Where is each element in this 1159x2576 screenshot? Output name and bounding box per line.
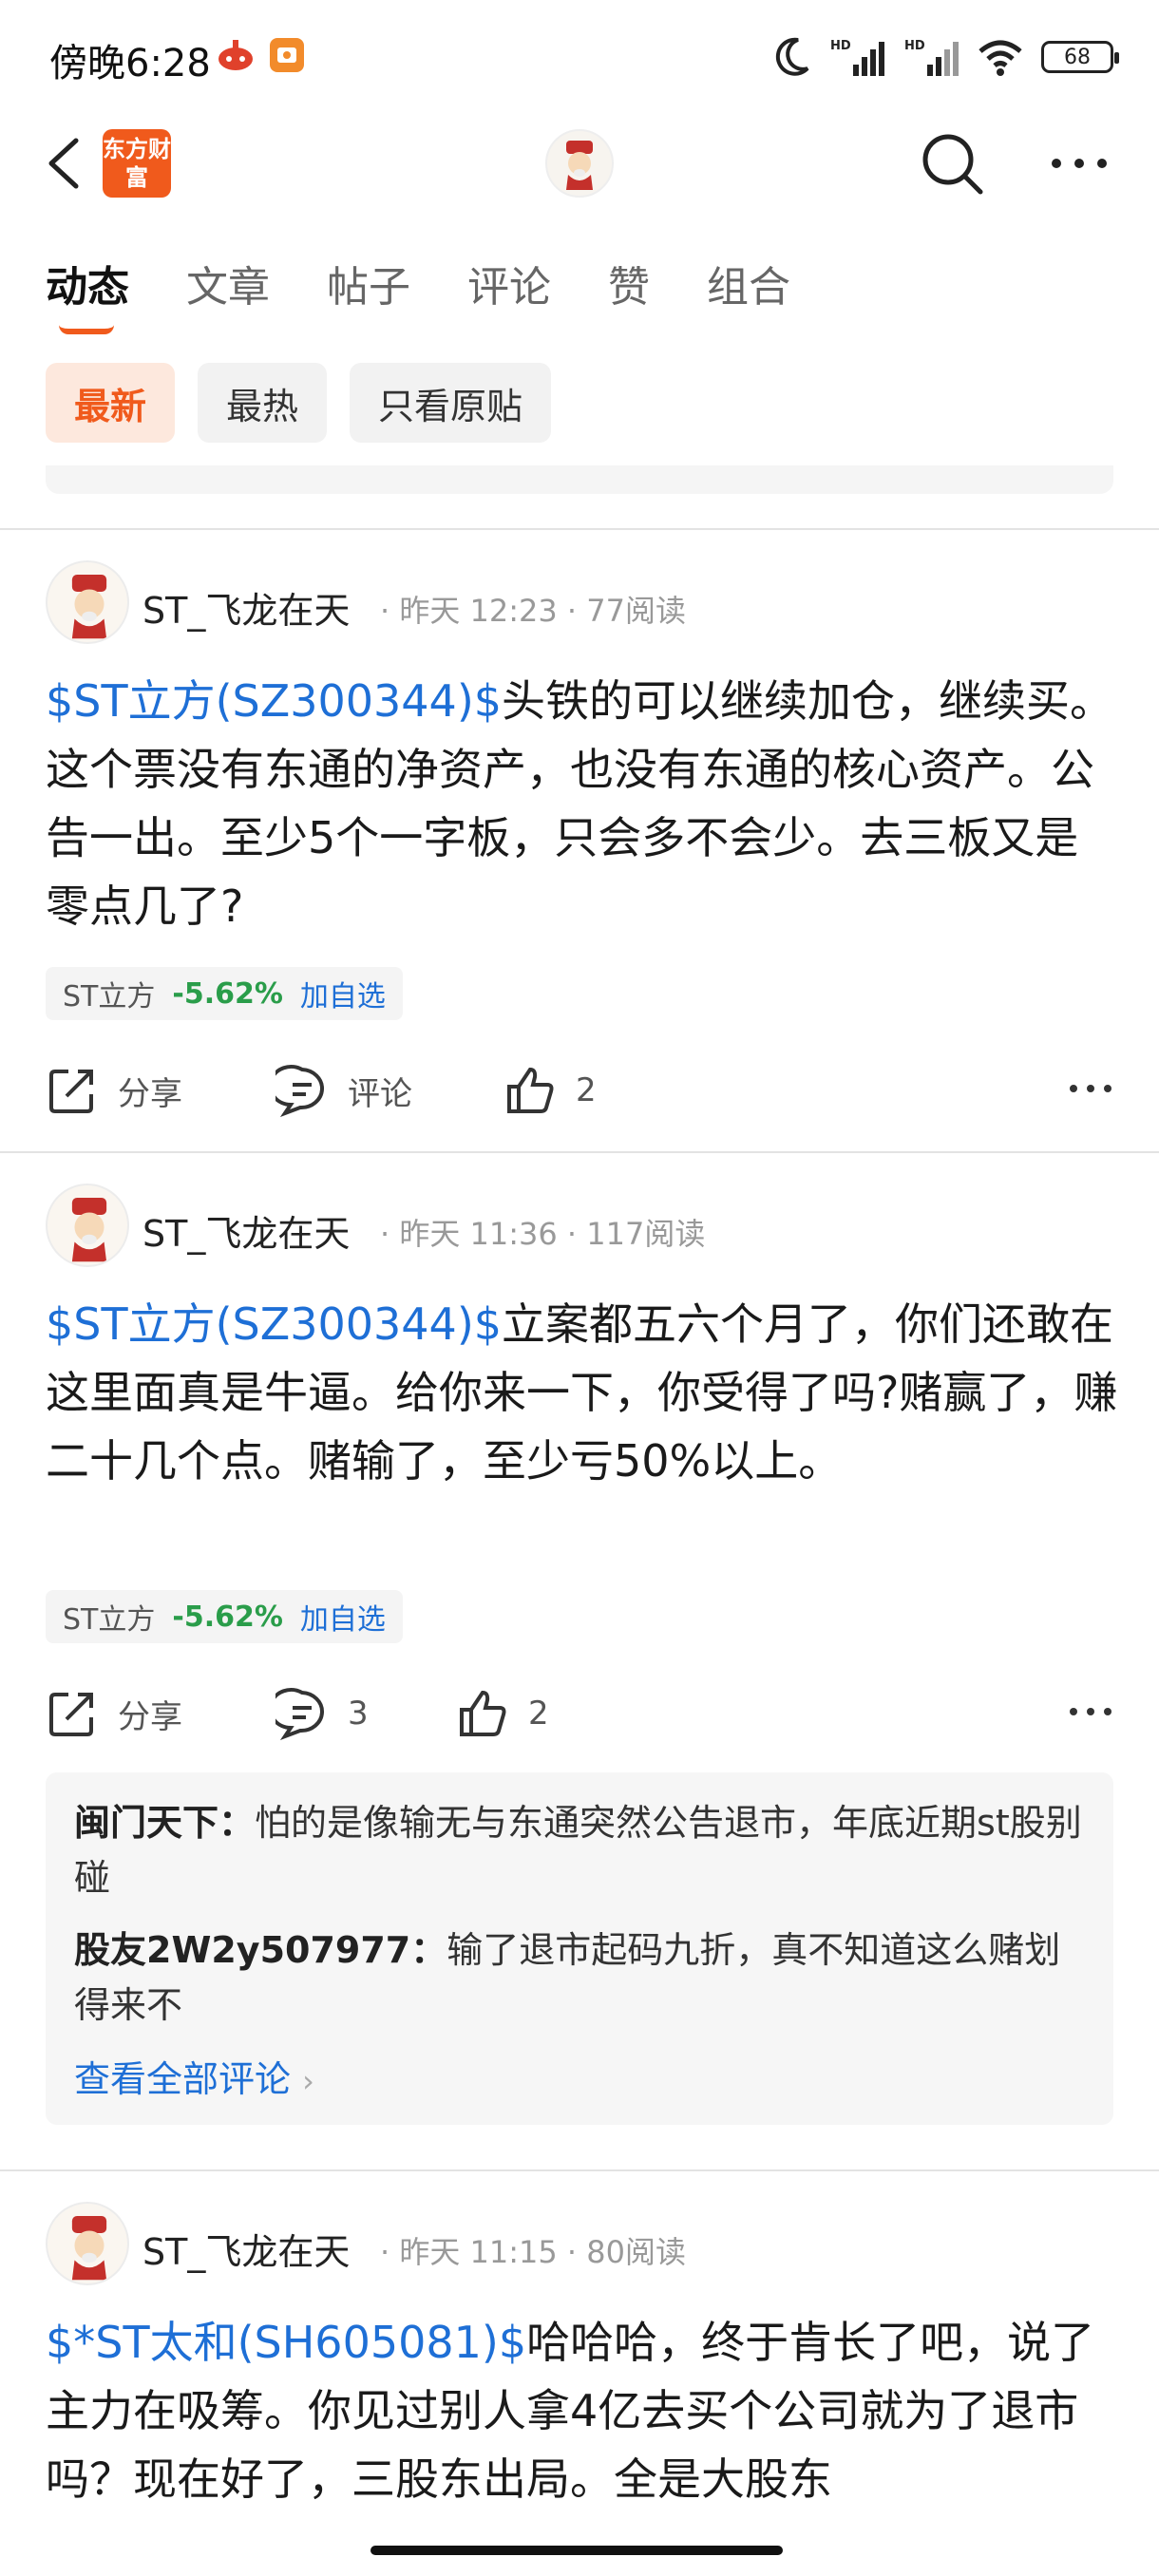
avatar[interactable] [46,2202,129,2285]
avatar[interactable] [46,560,129,644]
stock-tag-name: ST立方 [63,980,156,1013]
collapsed-banner [46,465,1113,494]
status-time: 傍晚6:28 [49,42,211,85]
stock-tag-change: -5.62% [172,1600,283,1634]
filter-original-only[interactable]: 只看原贴 [350,363,552,443]
stock-tag[interactable]: ST立方 -5.62% 加自选 [46,1590,403,1643]
app-notification-icon [270,38,304,72]
comment-item[interactable]: 股友2W2y507977：输了退市起码九折，真不知道这么赌划得来不 [74,1923,1085,2033]
stock-tag-name: ST立方 [63,1603,156,1637]
comment-label: 评论 [348,1074,412,1113]
post-actions: 分享 评论 2 [46,1060,1113,1121]
stock-link[interactable]: $ST立方(SZ300344)$ [46,1298,502,1350]
post-body[interactable]: $ST立方(SZ300344)$立案都五六个月了，你们还敢在这里面真是牛逼。给你… [46,1290,1119,1495]
share-icon [49,1693,93,1736]
signal-icon-2: HD [904,39,959,76]
chevron-right-icon: › [302,2063,314,2099]
comment-button[interactable]: 3 [276,1683,369,1744]
comment-preview[interactable]: 闽门天下：怕的是像输无与东通突然公告退市，年底近期st股别碰 股友2W2y507… [46,1772,1113,2125]
filter-hot[interactable]: 最热 [198,363,328,443]
add-watchlist-button[interactable]: 加自选 [300,1596,386,1638]
tab-articles[interactable]: 文章 [186,253,270,313]
avatar[interactable] [545,129,614,198]
post-meta: · 昨天 11:15 · 80阅读 [380,2234,686,2270]
tab-portfolio[interactable]: 组合 [707,253,790,313]
tab-posts[interactable]: 帖子 [327,253,410,313]
status-right: HD HD 68 [773,34,1119,80]
notification-icon [218,40,253,70]
comment-count: 3 [348,1695,369,1733]
add-watchlist-button[interactable]: 加自选 [300,973,386,1014]
post-author[interactable]: ST_飞龙在天 [142,1204,350,1257]
like-count: 2 [528,1695,549,1733]
share-label: 分享 [118,1697,182,1736]
stock-tag[interactable]: ST立方 -5.62% 加自选 [46,967,403,1020]
home-indicator[interactable] [370,2546,783,2555]
status-bar: 傍晚6:28 HD HD 68 [0,0,1159,114]
post-body[interactable]: $ST立方(SZ300344)$头铁的可以继续加仓，继续买。这个票没有东通的净资… [46,667,1119,940]
filter-latest[interactable]: 最新 [46,363,176,443]
like-button[interactable]: 2 [456,1683,549,1744]
post-more-icon[interactable] [1068,1702,1113,1721]
like-count: 2 [576,1071,597,1109]
signal-icon: HD [830,39,884,76]
caishen-avatar-icon [566,141,593,190]
stock-tag-change: -5.62% [172,976,283,1011]
divider [0,2169,1159,2171]
comment-button[interactable]: 评论 [276,1060,412,1121]
share-label: 分享 [118,1074,182,1113]
svg-text:HD: HD [904,39,925,53]
like-button[interactable]: 2 [504,1060,597,1121]
caishen-avatar-icon [71,1197,107,1262]
share-button[interactable]: 分享 [46,1683,182,1744]
caishen-avatar-icon [71,2215,107,2281]
comment-user[interactable]: 闽门天下： [74,1802,255,1844]
post-actions: 分享 3 2 [46,1683,1113,1744]
comment-icon [276,1688,324,1740]
stock-link[interactable]: $ST立方(SZ300344)$ [46,675,502,727]
tab-likes[interactable]: 赞 [608,253,650,313]
comment-user[interactable]: 股友2W2y507977： [74,1929,446,1971]
tab-comments[interactable]: 评论 [467,253,551,313]
comment-item[interactable]: 闽门天下：怕的是像输无与东通突然公告退市，年底近期st股别碰 [74,1795,1085,1905]
back-icon[interactable] [42,133,87,194]
view-all-label: 查看全部评论 [74,2058,292,2100]
divider [0,1151,1159,1153]
search-icon[interactable] [920,131,986,198]
post-time: 昨天 11:36 [399,1216,558,1252]
caishen-avatar-icon [71,574,107,639]
wifi-icon [978,40,1022,76]
post-meta: · 昨天 11:36 · 117阅读 [380,1216,706,1252]
post-more-icon[interactable] [1068,1079,1113,1098]
more-menu-icon[interactable] [1049,152,1110,175]
post-reads: 77阅读 [586,593,686,629]
post-reads: 117阅读 [586,1216,706,1252]
app-logo[interactable]: 东方财富 [103,129,171,198]
share-button[interactable]: 分享 [46,1060,182,1121]
post-time: 昨天 11:15 [399,2234,558,2270]
post-author[interactable]: ST_飞龙在天 [142,581,350,634]
thumbs-up-icon [460,1690,506,1736]
avatar[interactable] [46,1184,129,1267]
comment-icon [276,1065,324,1117]
tab-activity[interactable]: 动态 [46,253,129,334]
dnd-moon-icon [775,37,809,76]
battery-icon: 68 [1041,41,1119,73]
stock-link[interactable]: $*ST太和(SH605081)$ [46,2317,526,2368]
post-time: 昨天 12:23 [399,593,558,629]
post-meta: · 昨天 12:23 · 77阅读 [380,593,686,629]
view-all-comments-link[interactable]: 查看全部评论 › [74,2050,1085,2102]
share-icon [49,1070,93,1113]
svg-text:HD: HD [830,39,851,53]
post-reads: 80阅读 [586,2234,686,2270]
tab-bar: 动态 文章 帖子 评论 赞 组合 [46,253,847,334]
filter-chips: 最新 最热 只看原贴 [46,363,552,443]
thumbs-up-icon [507,1067,554,1113]
tab-underline [59,325,114,334]
post-body[interactable]: $*ST太和(SH605081)$哈哈哈，终于肯长了吧，说了主力在吸筹。你见过别… [46,2308,1119,2559]
post-author[interactable]: ST_飞龙在天 [142,2223,350,2275]
divider [0,528,1159,530]
